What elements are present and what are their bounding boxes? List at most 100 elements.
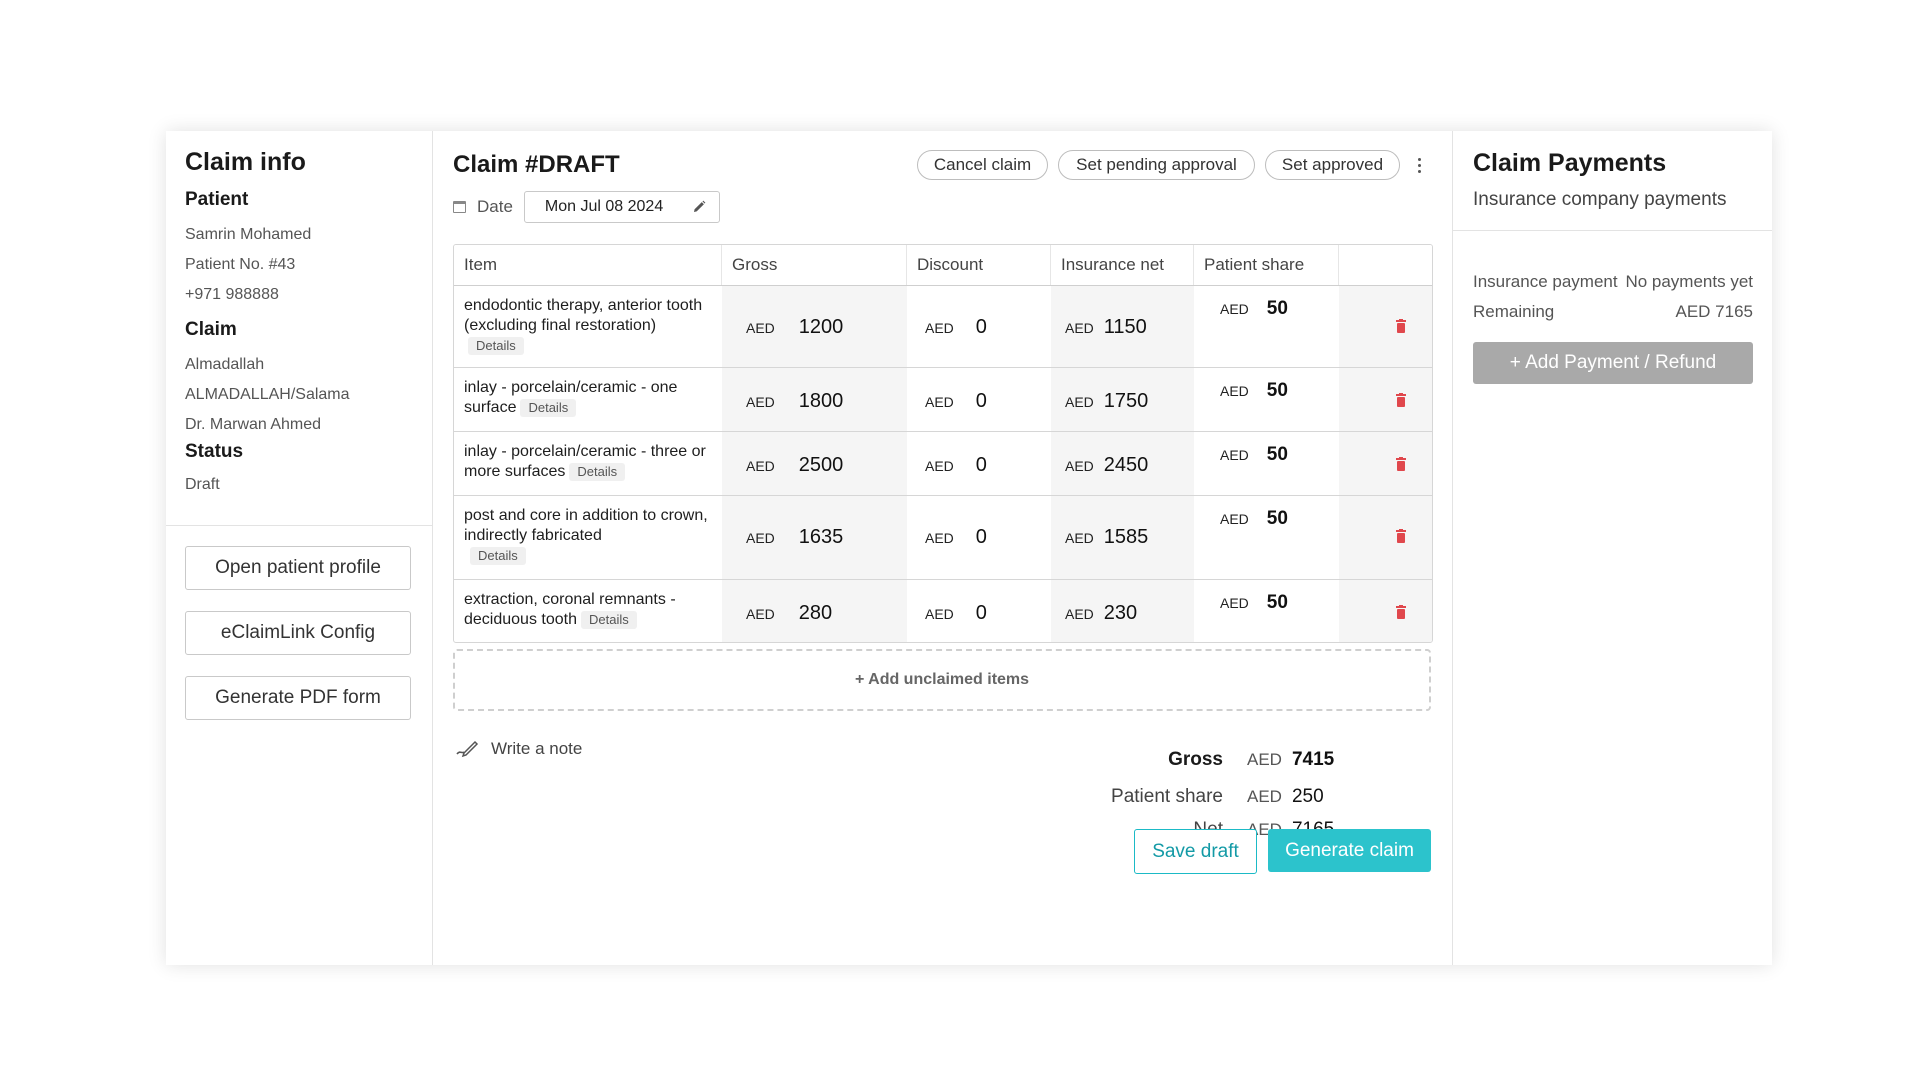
patient-share-cell[interactable]: AED 50 bbox=[1194, 580, 1339, 642]
trash-icon[interactable] bbox=[1395, 393, 1407, 407]
table-row: endodontic therapy, anterior tooth (excl… bbox=[454, 286, 1432, 368]
column-header-gross: Gross bbox=[722, 245, 907, 285]
trash-icon[interactable] bbox=[1395, 319, 1407, 333]
eclaimlink-config-button[interactable]: eClaimLink Config bbox=[185, 611, 411, 655]
patient-share-cell[interactable]: AED 50 bbox=[1194, 496, 1339, 579]
table-row: inlay - porcelain/ceramic - three or mor… bbox=[454, 432, 1432, 496]
item-name: post and core in addition to crown, indi… bbox=[464, 507, 708, 544]
column-header-item: Item bbox=[454, 245, 722, 285]
insurance-net-cell: AED 1750 bbox=[1051, 368, 1194, 431]
set-approved-button[interactable]: Set approved bbox=[1265, 150, 1400, 180]
remaining-value: AED 7165 bbox=[1675, 302, 1754, 321]
claim-payments-title: Claim Payments bbox=[1473, 149, 1667, 177]
trash-icon[interactable] bbox=[1395, 605, 1407, 619]
claim-items-table: Item Gross Discount Insurance net Patien… bbox=[453, 244, 1433, 643]
insurance-net-cell: AED 2450 bbox=[1051, 432, 1194, 495]
item-name: extraction, coronal remnants - deciduous… bbox=[464, 591, 676, 628]
insurance-net-cell: AED 1150 bbox=[1051, 286, 1194, 367]
currency-label: AED bbox=[1220, 301, 1249, 317]
trash-icon[interactable] bbox=[1395, 529, 1407, 543]
details-link[interactable]: Details bbox=[470, 547, 526, 565]
claim-detail-panel: Claim #DRAFT Cancel claim Set pending ap… bbox=[433, 131, 1453, 965]
currency-label: AED bbox=[1065, 530, 1094, 546]
discount-cell[interactable]: AED 0 bbox=[907, 580, 1051, 642]
gross-cell[interactable]: AED 2500 bbox=[722, 432, 907, 495]
gross-cell[interactable]: AED 1635 bbox=[722, 496, 907, 579]
patient-share-total-value: 250 bbox=[1291, 786, 1324, 807]
actions-cell bbox=[1339, 368, 1432, 431]
discount-value: 0 bbox=[975, 602, 987, 624]
patient-share-value: 50 bbox=[1266, 508, 1288, 529]
patient-share-cell[interactable]: AED 50 bbox=[1194, 368, 1339, 431]
discount-cell[interactable]: AED 0 bbox=[907, 368, 1051, 431]
item-name-cell: endodontic therapy, anterior tooth (excl… bbox=[454, 286, 722, 367]
trash-icon[interactable] bbox=[1395, 457, 1407, 471]
patient-share-cell[interactable]: AED 50 bbox=[1194, 286, 1339, 367]
currency-label: AED bbox=[925, 606, 954, 622]
currency-label: AED bbox=[925, 458, 954, 474]
currency-label: AED bbox=[746, 320, 775, 336]
patient-share-cell[interactable]: AED 50 bbox=[1194, 432, 1339, 495]
details-link[interactable]: Details bbox=[468, 337, 524, 355]
currency-label: AED bbox=[1065, 458, 1094, 474]
edit-pencil-icon[interactable] bbox=[691, 199, 707, 215]
item-name-cell: inlay - porcelain/ceramic - one surface D… bbox=[454, 368, 722, 431]
item-name-cell: inlay - porcelain/ceramic - three or mor… bbox=[454, 432, 722, 495]
generate-pdf-button[interactable]: Generate PDF form bbox=[185, 676, 411, 720]
actions-cell bbox=[1339, 496, 1432, 579]
actions-cell bbox=[1339, 432, 1432, 495]
patient-share-value: 50 bbox=[1266, 444, 1288, 465]
currency-label: AED bbox=[1220, 447, 1249, 463]
add-unclaimed-items-button[interactable]: + Add unclaimed items bbox=[453, 649, 1431, 711]
discount-cell[interactable]: AED 0 bbox=[907, 432, 1051, 495]
item-name-cell: post and core in addition to crown, indi… bbox=[454, 496, 722, 579]
currency-label: AED bbox=[746, 394, 775, 410]
currency-label: AED bbox=[1247, 787, 1282, 806]
insurance-net-value: 230 bbox=[1103, 602, 1138, 624]
add-payment-refund-button[interactable]: + Add Payment / Refund bbox=[1473, 342, 1753, 384]
patient-phone: +971 988888 bbox=[185, 285, 279, 303]
signature-pen-icon bbox=[456, 740, 479, 758]
currency-label: AED bbox=[1065, 320, 1094, 336]
discount-cell[interactable]: AED 0 bbox=[907, 496, 1051, 579]
insurance-net-value: 1150 bbox=[1103, 316, 1147, 338]
details-link[interactable]: Details bbox=[580, 611, 637, 629]
write-note-button[interactable]: Write a note bbox=[455, 739, 582, 759]
date-label: Date bbox=[477, 197, 513, 216]
details-link[interactable]: Details bbox=[569, 463, 626, 481]
patient-share-value: 50 bbox=[1266, 380, 1288, 401]
currency-label: AED bbox=[925, 530, 954, 546]
claim-window: Claim info Patient Samrin Mohamed Patien… bbox=[166, 131, 1772, 965]
date-field[interactable]: Mon Jul 08 2024 bbox=[523, 191, 720, 223]
discount-value: 0 bbox=[975, 526, 987, 548]
set-pending-approval-button[interactable]: Set pending approval bbox=[1058, 150, 1255, 180]
claim-info-panel: Claim info Patient Samrin Mohamed Patien… bbox=[166, 131, 433, 965]
discount-cell[interactable]: AED 0 bbox=[907, 286, 1051, 367]
claim-info-title: Claim info bbox=[185, 148, 306, 176]
insurance-payment-value: No payments yet bbox=[1625, 272, 1753, 291]
patient-share-total-label: Patient share bbox=[1111, 786, 1223, 807]
generate-claim-button[interactable]: Generate claim bbox=[1268, 829, 1431, 872]
details-link[interactable]: Details bbox=[520, 399, 577, 417]
status-heading: Status bbox=[185, 440, 244, 462]
discount-value: 0 bbox=[975, 454, 987, 476]
insurance-payment-label: Insurance payment bbox=[1473, 272, 1618, 291]
currency-label: AED bbox=[1065, 394, 1094, 410]
gross-cell[interactable]: AED 1800 bbox=[722, 368, 907, 431]
insurance-net-cell: AED 1585 bbox=[1051, 496, 1194, 579]
discount-value: 0 bbox=[975, 316, 987, 338]
open-patient-profile-button[interactable]: Open patient profile bbox=[185, 546, 411, 590]
patient-share-total-row: Patient share AED 250 bbox=[1033, 786, 1413, 819]
remaining-label: Remaining bbox=[1473, 302, 1555, 321]
cancel-claim-button[interactable]: Cancel claim bbox=[917, 150, 1048, 180]
gross-cell[interactable]: AED 280 bbox=[722, 580, 907, 642]
actions-cell bbox=[1339, 286, 1432, 367]
save-draft-button[interactable]: Save draft bbox=[1134, 829, 1257, 874]
column-header-patient-share: Patient share bbox=[1194, 245, 1339, 285]
patient-share-value: 50 bbox=[1266, 592, 1288, 613]
currency-label: AED bbox=[746, 458, 775, 474]
insurance-net-value: 2450 bbox=[1103, 454, 1149, 476]
gross-cell[interactable]: AED 1200 bbox=[722, 286, 907, 367]
insurance-payment-row: Insurance payment No payments yet bbox=[1473, 272, 1753, 292]
more-options-icon[interactable] bbox=[1413, 153, 1425, 177]
